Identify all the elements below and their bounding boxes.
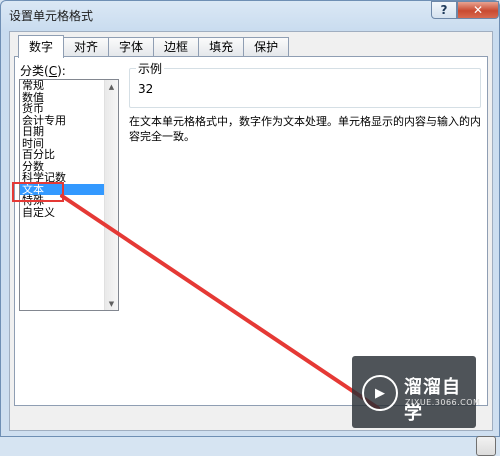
tab-number[interactable]: 数字: [18, 35, 65, 58]
watermark-url: ZIXUE.3066.COM: [405, 398, 481, 407]
cancel-button[interactable]: [476, 436, 496, 456]
watermark: ▶ 溜溜自学 ZIXUE.3066.COM: [352, 356, 480, 428]
play-icon: ▶: [362, 375, 398, 411]
annotation-arrow-line: [60, 194, 380, 410]
